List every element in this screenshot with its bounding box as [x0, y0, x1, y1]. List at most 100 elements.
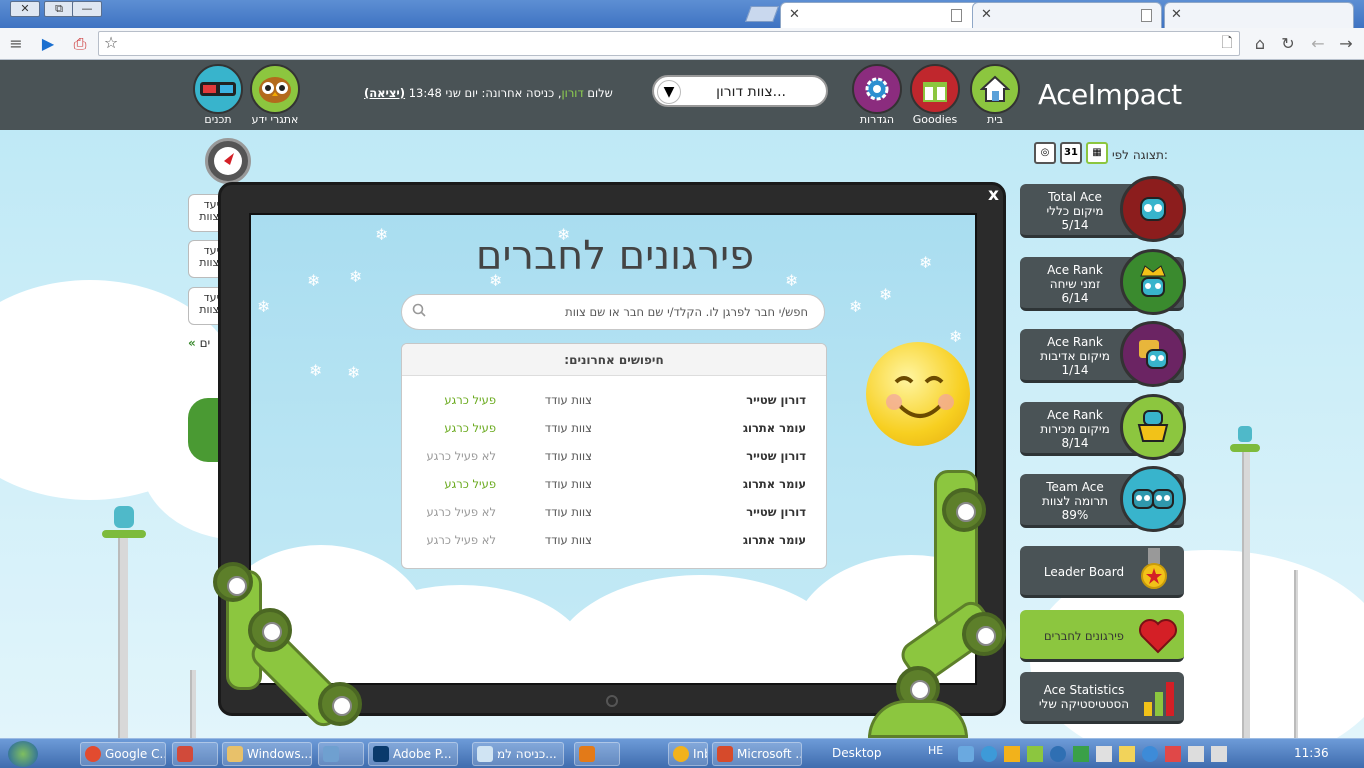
- tray-icon[interactable]: [1142, 746, 1158, 762]
- tray-icon[interactable]: [1027, 746, 1043, 762]
- table-row[interactable]: עומר אתרוג צוות עודד לא פעיל כרגע: [402, 524, 826, 552]
- pdf-icon[interactable]: ⎙: [70, 34, 90, 54]
- table-row[interactable]: עומר אתרוג צוות עודד פעיל כרגע: [402, 468, 826, 496]
- taskbar-item[interactable]: Microsoft ...: [712, 742, 802, 766]
- clock[interactable]: 11:36: [1294, 746, 1329, 760]
- table-row[interactable]: דורון שטייר צוות עודד לא פעיל כרגע: [402, 440, 826, 468]
- tile-text: Total Ace מיקום כללי 5/14: [1020, 190, 1130, 232]
- friend-search-input[interactable]: חפש/י חבר לפרגן לו. הקלד/י שם חבר או שם …: [401, 294, 825, 330]
- tile-value: 8/14: [1061, 436, 1089, 450]
- house-icon[interactable]: [970, 64, 1020, 114]
- taskbar-item[interactable]: Inb: [668, 742, 708, 766]
- taskbar-item[interactable]: [574, 742, 620, 766]
- reload-icon[interactable]: ↻: [1278, 34, 1298, 54]
- tab-close-button[interactable]: ✕: [789, 7, 800, 22]
- tray-icon[interactable]: [1050, 746, 1066, 762]
- modal-close-button[interactable]: x: [988, 185, 999, 205]
- tile-team-ace[interactable]: Team Ace תרומה לצוות 89%: [1020, 466, 1186, 532]
- logout-link[interactable]: (יציאה): [364, 86, 405, 100]
- friend-name[interactable]: עומר אתרוג: [743, 421, 806, 435]
- photoshop-icon: [373, 746, 389, 762]
- friend-team: צוות עודד: [544, 421, 592, 435]
- nav-home-label[interactable]: בית: [965, 113, 1025, 126]
- desktop-toolbar[interactable]: Desktop: [832, 746, 882, 760]
- friend-name[interactable]: דורון שטייר: [746, 449, 806, 463]
- team-select[interactable]: ▼ צוות דורון...: [652, 75, 828, 107]
- table-row[interactable]: דורון שטייר צוות עודד פעיל כרגע: [402, 384, 826, 412]
- mail-tray-icon[interactable]: [1119, 746, 1135, 762]
- taskbar-label: כניסה למ...: [497, 747, 557, 761]
- gear-icon[interactable]: [852, 64, 902, 114]
- 3d-glasses-icon[interactable]: [193, 64, 243, 114]
- forward-icon[interactable]: ←: [1308, 34, 1328, 54]
- compass-icon[interactable]: [205, 138, 251, 184]
- friend-name[interactable]: דורון שטייר: [746, 393, 806, 407]
- calendar-day-icon[interactable]: 31: [1060, 142, 1082, 164]
- speaker-icon[interactable]: [1211, 746, 1227, 762]
- taskbar-label: Windows...: [247, 747, 312, 761]
- more-link[interactable]: « ים: [188, 336, 210, 350]
- calendar-month-icon[interactable]: ▦: [1086, 142, 1108, 164]
- page-info-icon[interactable]: 🗋: [1217, 33, 1237, 53]
- chevron-down-icon[interactable]: ▼: [657, 80, 681, 104]
- taskbar-label: Microsoft ...: [737, 747, 802, 761]
- tray-icon[interactable]: [981, 746, 997, 762]
- warning-icon[interactable]: [1004, 746, 1020, 762]
- tray-icon[interactable]: [958, 746, 974, 762]
- tile-ace-rank-talk-time[interactable]: Ace Rank זמני שיחה 6/14: [1020, 249, 1186, 315]
- tile-ace-rank-sales[interactable]: Ace Rank מיקום מכירות 8/14: [1020, 394, 1186, 460]
- friend-name[interactable]: עומר אתרוג: [743, 477, 806, 491]
- taskbar-item[interactable]: Windows...: [222, 742, 312, 766]
- browser-tab[interactable]: ✕: [1164, 2, 1354, 28]
- tile-compliments[interactable]: פירגונים לחברים: [1020, 610, 1184, 662]
- tab-close-button[interactable]: ✕: [1171, 7, 1182, 22]
- back-icon[interactable]: →: [1336, 34, 1356, 54]
- browser-tab-active[interactable]: ✕: [780, 2, 980, 28]
- volume-icon[interactable]: [1096, 746, 1112, 762]
- browser-tab[interactable]: ✕: [972, 2, 1162, 28]
- window-restore-button[interactable]: ⧉: [44, 1, 74, 17]
- tile-leader-board[interactable]: Leader Board: [1020, 546, 1184, 598]
- table-row[interactable]: דורון שטייר צוות עודד לא פעיל כרגע: [402, 496, 826, 524]
- address-bar[interactable]: ☆ 🗋: [98, 31, 1240, 56]
- site-logo[interactable]: AceImpact: [1038, 78, 1182, 111]
- menu-icon[interactable]: ≡: [6, 34, 26, 54]
- taskbar-label: Google C...: [105, 747, 166, 761]
- taskbar-item[interactable]: [318, 742, 364, 766]
- taskbar-item[interactable]: כניסה למ...: [472, 742, 564, 766]
- cast-icon[interactable]: ▶: [38, 34, 58, 54]
- taskbar-item[interactable]: [172, 742, 218, 766]
- tile-ace-rank-courtesy[interactable]: Ace Rank מיקום אדיבות 1/14: [1020, 321, 1186, 387]
- target-icon[interactable]: ◎: [1034, 142, 1056, 164]
- nav-goodies-label[interactable]: Goodies: [905, 113, 965, 126]
- nav-settings-label[interactable]: הגדרות: [847, 113, 907, 126]
- taskbar-item[interactable]: Adobe P...: [368, 742, 458, 766]
- start-button[interactable]: [8, 741, 38, 767]
- bookmark-star-icon[interactable]: ☆: [101, 33, 121, 53]
- owl-icon[interactable]: [250, 64, 300, 114]
- taskbar-item[interactable]: Google C...: [80, 742, 166, 766]
- tile-ace-statistics[interactable]: Ace Statistics הסטטיסטיקה שלי: [1020, 672, 1184, 724]
- window-minimize-button[interactable]: —: [72, 1, 102, 17]
- search-icon[interactable]: [412, 303, 426, 317]
- table-row[interactable]: עומר אתרוג צוות עודד פעיל כרגע: [402, 412, 826, 440]
- tile-title: Team Ace: [1046, 480, 1104, 494]
- nav-knowledge-label[interactable]: אתגרי ידע: [245, 113, 305, 126]
- network-icon[interactable]: [1188, 746, 1204, 762]
- new-tab-button[interactable]: [745, 6, 779, 22]
- page-icon: [1141, 9, 1152, 22]
- tile-total-ace[interactable]: Total Ace מיקום כללי 5/14: [1020, 176, 1186, 242]
- security-icon[interactable]: [1073, 746, 1089, 762]
- friend-name[interactable]: דורון שטייר: [746, 505, 806, 519]
- friend-name[interactable]: עומר אתרוג: [743, 533, 806, 547]
- tab-close-button[interactable]: ✕: [981, 7, 992, 22]
- last-login: , כניסה אחרונה: יום שני 13:48: [408, 86, 562, 100]
- home-icon[interactable]: ⌂: [1250, 34, 1270, 54]
- gift-icon[interactable]: [910, 64, 960, 114]
- language-indicator[interactable]: HE: [928, 744, 943, 757]
- tray-icon[interactable]: [1165, 746, 1181, 762]
- window-close-button[interactable]: ✕: [10, 1, 40, 17]
- office-icon: [717, 746, 733, 762]
- pole-platform: [102, 530, 146, 538]
- nav-content-label[interactable]: תכנים: [188, 113, 248, 126]
